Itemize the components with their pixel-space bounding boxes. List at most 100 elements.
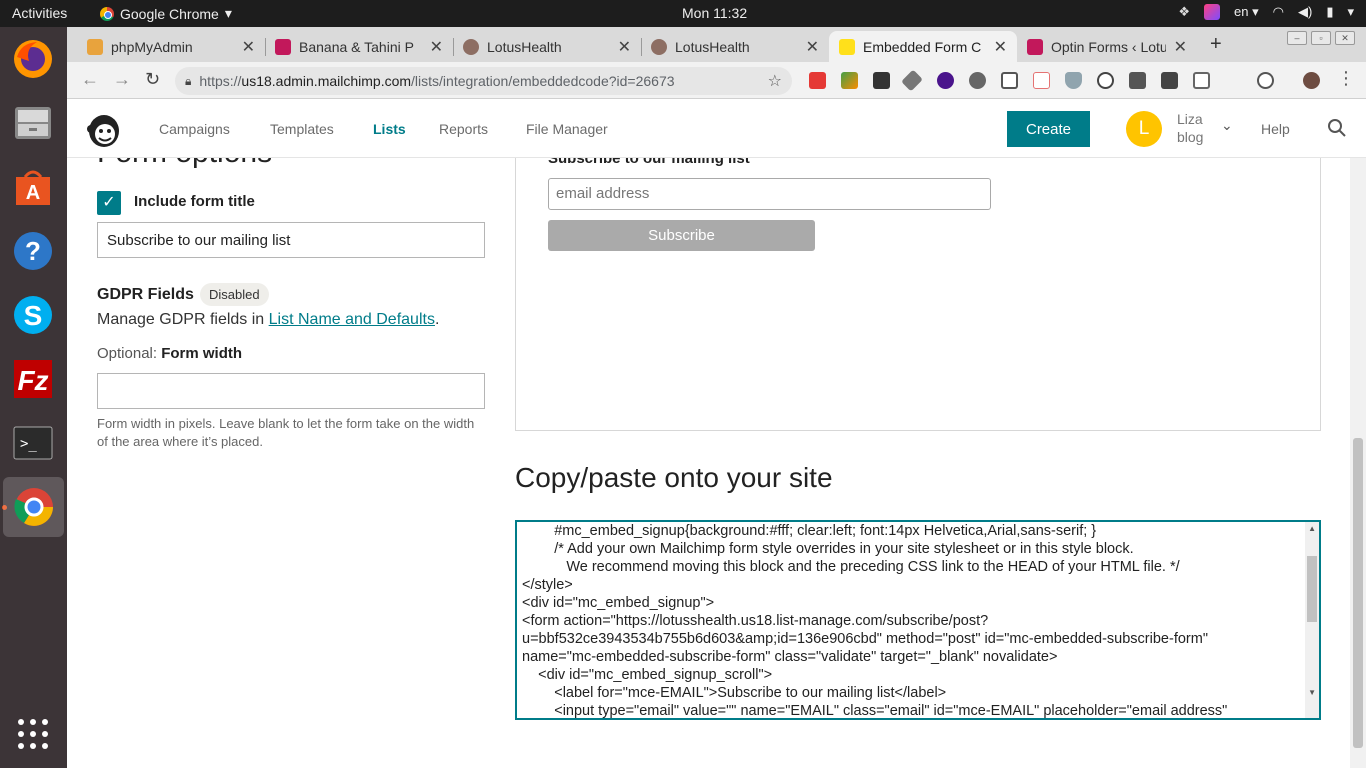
new-tab-button[interactable]: +	[1210, 33, 1222, 56]
speed-icon[interactable]	[1097, 72, 1114, 89]
nav-templates[interactable]: Templates	[270, 121, 334, 137]
nav-file-manager[interactable]: File Manager	[526, 121, 608, 137]
embed-code-textarea[interactable]: #mc_embed_signup{background:#fff; clear:…	[515, 520, 1321, 720]
close-icon[interactable]: ✕	[242, 37, 255, 57]
status-badge: Disabled	[200, 283, 269, 306]
url-path: /lists/integration/embeddedcode?id=26673	[411, 73, 675, 89]
language-indicator[interactable]: en ▾	[1234, 4, 1259, 20]
page-scroll-thumb[interactable]	[1353, 438, 1363, 748]
include-title-label: Include form title	[134, 193, 255, 210]
mailchimp-favicon-icon	[651, 38, 667, 55]
help-icon[interactable]: ?	[8, 226, 58, 276]
account-name[interactable]: Liza blog	[1177, 110, 1217, 146]
optional-prefix: Optional:	[97, 345, 162, 362]
mailchimp-header: Campaigns Templates Lists Reports File M…	[67, 99, 1366, 158]
extension-icon[interactable]	[969, 72, 986, 89]
profile-avatar[interactable]	[1303, 72, 1320, 89]
system-top-bar: Activities Google Chrome ▾ Mon 11:32 ❖ e…	[0, 0, 1366, 27]
system-tray[interactable]: ❖ en ▾ ◠ ◀) ▮ ▾	[1178, 4, 1354, 20]
clock[interactable]: Mon 11:32	[682, 5, 747, 21]
extension-icon[interactable]	[937, 72, 954, 89]
filezilla-icon[interactable]: Fz	[8, 354, 58, 404]
files-icon[interactable]	[8, 98, 58, 148]
forward-icon[interactable]: →	[113, 69, 131, 90]
search-icon[interactable]	[1327, 118, 1347, 143]
browser-tab-strip: phpMyAdmin ✕ Banana & Tahini P ✕ LotusHe…	[67, 27, 1366, 62]
nav-reports[interactable]: Reports	[439, 121, 488, 137]
page-scrollbar[interactable]	[1350, 158, 1366, 768]
scroll-thumb[interactable]	[1307, 556, 1317, 622]
terminal-icon[interactable]: >_	[8, 418, 58, 468]
close-window-button[interactable]: ✕	[1335, 31, 1355, 45]
dropbox-icon[interactable]: ❖	[1178, 4, 1190, 20]
chevron-down-icon[interactable]: ⌄	[1221, 117, 1233, 134]
tab-phpmyadmin[interactable]: phpMyAdmin ✕	[77, 31, 265, 62]
list-name-defaults-link[interactable]: List Name and Defaults	[269, 311, 435, 328]
lock-icon[interactable]: 🔒︎	[185, 74, 191, 89]
battery-icon[interactable]: ▮	[1326, 4, 1333, 20]
close-icon[interactable]: ✕	[1174, 37, 1187, 57]
extension-icon[interactable]	[1033, 72, 1050, 89]
extension-icon[interactable]	[1129, 72, 1146, 89]
software-center-icon[interactable]: A	[8, 162, 58, 212]
screenshot-icon[interactable]	[1001, 72, 1018, 89]
sync-icon[interactable]	[1257, 72, 1274, 89]
close-icon[interactable]: ✕	[430, 37, 443, 57]
include-title-checkbox[interactable]: ✓	[97, 191, 121, 215]
menu-icon[interactable]: ⋮	[1337, 68, 1355, 89]
close-icon[interactable]: ✕	[994, 37, 1007, 57]
extension-icon[interactable]	[1161, 72, 1178, 89]
mailchimp-logo-icon[interactable]	[85, 109, 123, 154]
shield-icon[interactable]	[1065, 72, 1082, 89]
scroll-up-icon[interactable]: ▲	[1308, 524, 1316, 533]
close-icon[interactable]: ✕	[618, 37, 631, 57]
svg-text:?: ?	[25, 236, 41, 266]
form-title-input[interactable]	[97, 222, 485, 258]
chrome-dock-icon[interactable]	[3, 477, 64, 537]
extension-icon[interactable]	[841, 72, 858, 89]
wifi-icon[interactable]: ◠	[1273, 4, 1284, 20]
activities-button[interactable]: Activities	[12, 5, 67, 21]
bookmark-star-icon[interactable]: ☆	[768, 71, 782, 91]
scroll-down-icon[interactable]: ▼	[1308, 688, 1316, 697]
tab-lotushealth-1[interactable]: LotusHealth ✕	[453, 31, 641, 62]
tab-embedded-form[interactable]: Embedded Form C ✕	[829, 31, 1017, 62]
nav-campaigns[interactable]: Campaigns	[159, 121, 230, 137]
address-bar[interactable]: 🔒︎ https://us18.admin.mailchimp.com/list…	[175, 67, 792, 95]
gdpr-period: .	[434, 311, 440, 328]
tab-lotushealth-2[interactable]: LotusHealth ✕	[641, 31, 829, 62]
show-applications-icon[interactable]	[8, 709, 58, 759]
url-host: us18.admin.mailchimp.com	[241, 73, 412, 89]
help-link[interactable]: Help	[1261, 121, 1290, 137]
tab-optin-forms[interactable]: Optin Forms ‹ Lotu ✕	[1017, 31, 1197, 62]
chevron-down-icon[interactable]: ▾	[1347, 4, 1354, 20]
reload-icon[interactable]: ↻	[145, 69, 160, 90]
avatar[interactable]: L	[1126, 111, 1162, 147]
create-button[interactable]: Create	[1007, 111, 1090, 147]
volume-icon[interactable]: ◀)	[1298, 4, 1312, 20]
copy-paste-heading: Copy/paste onto your site	[515, 462, 833, 493]
extension-icon[interactable]	[1193, 72, 1210, 89]
extension-icon[interactable]	[809, 72, 826, 89]
code-scrollbar[interactable]: ▲ ▼	[1305, 522, 1319, 718]
embed-code[interactable]: #mc_embed_signup{background:#fff; clear:…	[522, 522, 1227, 718]
extension-icon[interactable]	[873, 72, 890, 89]
form-width-input[interactable]	[97, 373, 485, 409]
back-icon[interactable]: ←	[81, 69, 99, 90]
nav-lists[interactable]: Lists	[373, 121, 406, 137]
maximize-button[interactable]: ▫	[1311, 31, 1331, 45]
preview-email-input[interactable]: email address	[548, 178, 991, 210]
firefox-icon[interactable]	[8, 34, 58, 84]
tab-title: LotusHealth	[675, 38, 750, 55]
eyedropper-icon[interactable]	[901, 69, 923, 92]
preview-subscribe-button[interactable]: Subscribe	[548, 220, 815, 251]
app-menu[interactable]: Google Chrome ▾	[100, 5, 232, 22]
ubuntu-dock: A ? S Fz >_	[0, 27, 67, 768]
tab-title: Embedded Form C	[863, 38, 982, 55]
svg-text:S: S	[24, 300, 43, 331]
skype-icon[interactable]: S	[8, 290, 58, 340]
minimize-button[interactable]: –	[1287, 31, 1307, 45]
tab-banana-tahini[interactable]: Banana & Tahini P ✕	[265, 31, 453, 62]
app-indicator-icon[interactable]	[1204, 4, 1221, 20]
close-icon[interactable]: ✕	[806, 37, 819, 57]
